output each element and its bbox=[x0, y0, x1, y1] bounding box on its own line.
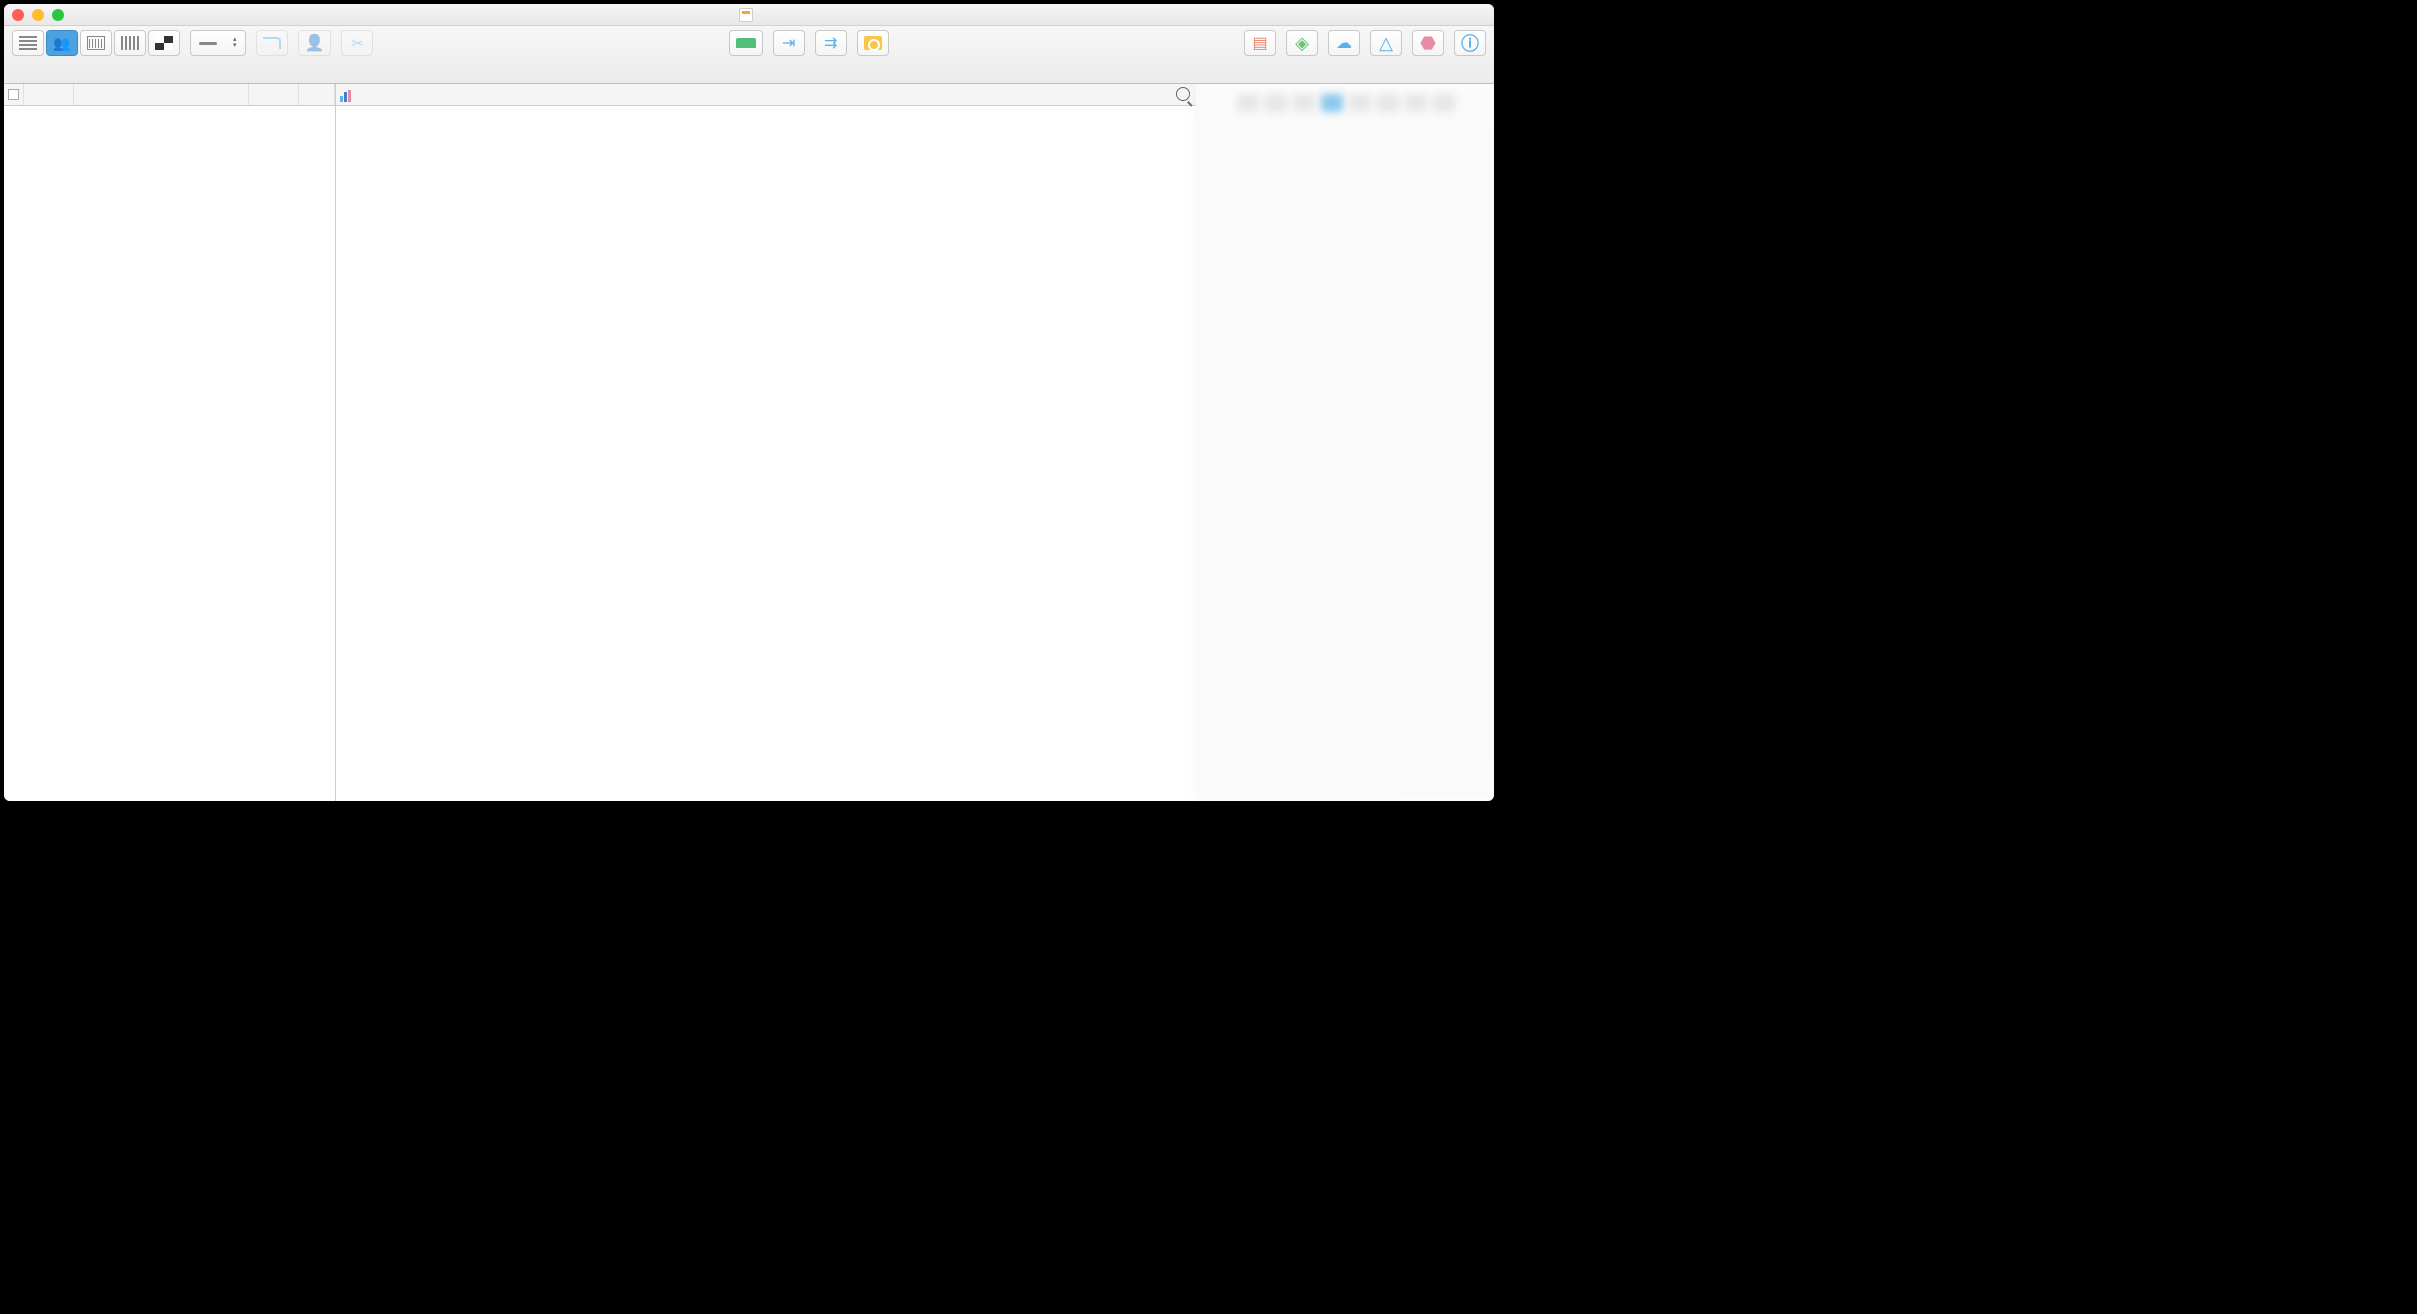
timeline[interactable] bbox=[336, 84, 1196, 801]
toolbar: 👥 ▴▾ 👤 bbox=[4, 26, 1494, 84]
show-changes-button[interactable]: △ bbox=[1370, 30, 1402, 56]
inspect-button[interactable]: ⓘ bbox=[1454, 30, 1486, 56]
view-mode-calendar[interactable] bbox=[80, 30, 112, 56]
violations-button[interactable]: ⬣ bbox=[1412, 30, 1444, 56]
col-type[interactable] bbox=[24, 84, 74, 105]
col-units[interactable] bbox=[249, 84, 299, 105]
assignment-button[interactable]: 👤 bbox=[298, 30, 332, 56]
col-pho[interactable] bbox=[299, 84, 335, 105]
inspector-panel bbox=[1196, 84, 1494, 801]
col-resource[interactable] bbox=[74, 84, 249, 105]
set-baseline-button[interactable] bbox=[857, 30, 889, 56]
load-chart-icon[interactable] bbox=[340, 88, 358, 102]
simulations-button[interactable]: ◈ bbox=[1286, 30, 1318, 56]
close-button[interactable] bbox=[12, 9, 24, 21]
reports-button[interactable]: ▤ bbox=[1244, 30, 1276, 56]
document-icon bbox=[739, 8, 753, 22]
view-mode-resource[interactable]: 👥 bbox=[46, 30, 78, 56]
reschedule-button[interactable]: ⇉ bbox=[815, 30, 847, 56]
resource-outline bbox=[4, 84, 336, 801]
minimize-button[interactable] bbox=[32, 9, 44, 21]
view-mode-task[interactable] bbox=[12, 30, 44, 56]
view-mode-network[interactable] bbox=[114, 30, 146, 56]
split-task-button[interactable]: ✂ bbox=[341, 30, 373, 56]
baseline-select[interactable]: ▴▾ bbox=[190, 30, 246, 56]
publish-button[interactable]: ☁ bbox=[1328, 30, 1360, 56]
titlebar bbox=[4, 4, 1494, 26]
select-all-checkbox[interactable] bbox=[8, 89, 19, 100]
zoom-icon[interactable] bbox=[1176, 87, 1190, 101]
view-mode-styles[interactable] bbox=[148, 30, 180, 56]
connect-button[interactable] bbox=[256, 30, 288, 56]
catchup-button[interactable]: ⇥ bbox=[773, 30, 805, 56]
maximize-button[interactable] bbox=[52, 9, 64, 21]
level-button[interactable] bbox=[729, 30, 763, 56]
